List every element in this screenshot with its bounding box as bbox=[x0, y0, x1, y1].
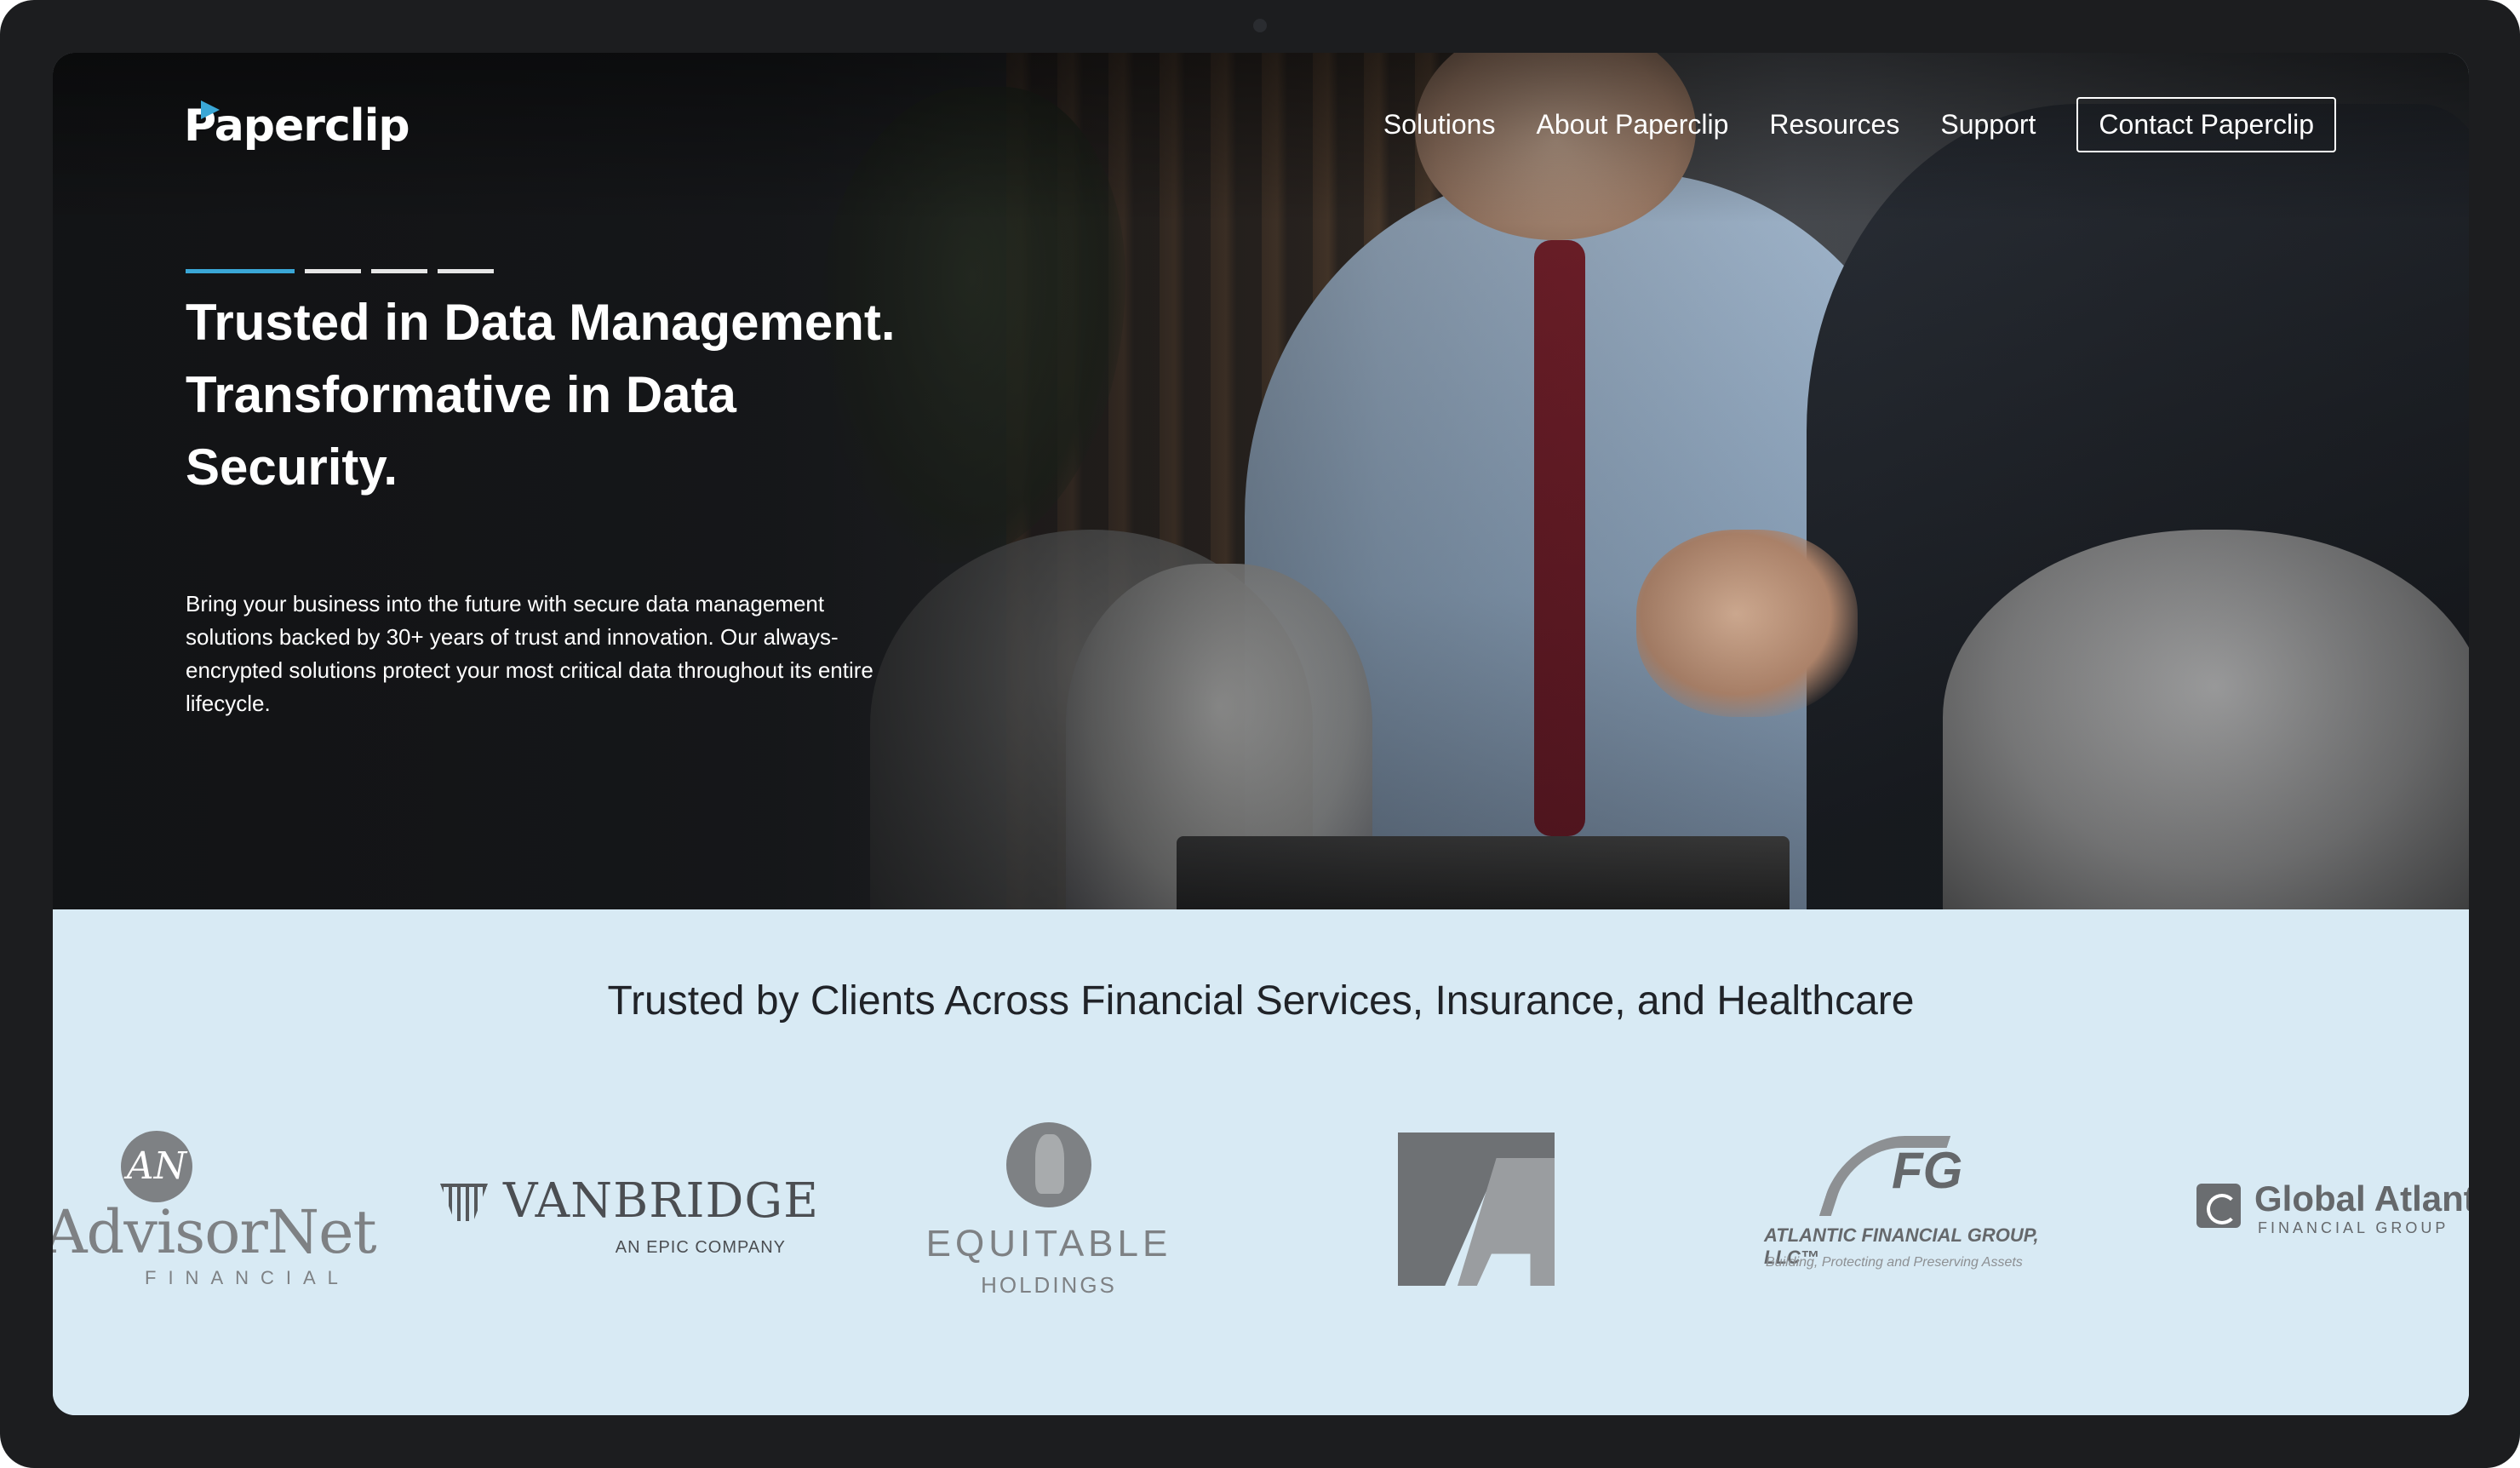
advisornet-logo: AN AdvisorNet FINANCIAL bbox=[53, 1131, 385, 1301]
advisornet-mark: AN bbox=[121, 1131, 192, 1202]
slide-indicators bbox=[186, 269, 494, 273]
advisornet-sub: FINANCIAL bbox=[145, 1267, 350, 1288]
global-atlantic-sub: FINANCIAL GROUP bbox=[2258, 1219, 2449, 1236]
afg-mark: FG bbox=[1892, 1142, 1963, 1199]
equitable-sub: HOLDINGS bbox=[981, 1272, 1117, 1298]
nav-solutions[interactable]: Solutions bbox=[1383, 109, 1496, 140]
client-logo-strip: AN AdvisorNet FINANCIAL VANBRIDGE AN EPI… bbox=[53, 1122, 2469, 1327]
contact-paperclip-button[interactable]: Contact Paperclip bbox=[2076, 97, 2336, 152]
hero-headline: Trusted in Data Management. Transformati… bbox=[186, 294, 896, 496]
equitable-logo: EQUITABLE HOLDINGS bbox=[921, 1122, 1177, 1310]
atlantic-financial-group-logo: FG ATLANTIC FINANCIAL GROUP, LLC™ Buildi… bbox=[1764, 1131, 2088, 1301]
paperclip-logo[interactable]: Paperclip bbox=[184, 92, 410, 160]
slide-indicator-1[interactable] bbox=[186, 269, 295, 273]
equitable-icon bbox=[1006, 1122, 1091, 1207]
equitable-name: EQUITABLE bbox=[925, 1223, 1172, 1264]
global-atlantic-logo: Global Atlant FINANCIAL GROUP bbox=[2196, 1178, 2469, 1255]
main-nav: Solutions About Paperclip Resources Supp… bbox=[1383, 97, 2336, 152]
vanbridge-sub: AN EPIC COMPANY bbox=[615, 1238, 786, 1257]
afg-tagline: Building, Protecting and Preserving Asse… bbox=[1766, 1255, 2023, 1270]
slide-indicator-4[interactable] bbox=[438, 269, 494, 273]
clients-title: Trusted by Clients Across Financial Serv… bbox=[607, 978, 1915, 1024]
vanbridge-logo: VANBRIDGE AN EPIC COMPANY bbox=[440, 1173, 818, 1267]
hero-subtext: Bring your business into the future with… bbox=[186, 591, 873, 716]
nav-support[interactable]: Support bbox=[1940, 109, 2036, 140]
global-atlantic-icon bbox=[2196, 1184, 2241, 1228]
browser-screen: Paperclip Solutions About Paperclip Reso… bbox=[53, 53, 2469, 1415]
slide-indicator-2[interactable] bbox=[305, 269, 361, 273]
slide-indicator-3[interactable] bbox=[371, 269, 427, 273]
hero-section: Paperclip Solutions About Paperclip Reso… bbox=[53, 53, 2469, 909]
fa-logo bbox=[1398, 1133, 1555, 1286]
vanbridge-name: VANBRIDGE bbox=[503, 1173, 820, 1229]
advisornet-name: AdvisorNet bbox=[53, 1197, 377, 1267]
global-atlantic-name: Global Atlant bbox=[2254, 1178, 2469, 1219]
camera-dot bbox=[1253, 19, 1267, 32]
logo-text: Paperclip bbox=[184, 100, 410, 152]
nav-resources[interactable]: Resources bbox=[1769, 109, 1899, 140]
nav-about-paperclip[interactable]: About Paperclip bbox=[1536, 109, 1728, 140]
vanbridge-icon bbox=[440, 1184, 488, 1221]
device-frame: Paperclip Solutions About Paperclip Reso… bbox=[0, 0, 2520, 1468]
clients-section: Trusted by Clients Across Financial Serv… bbox=[53, 909, 2469, 1415]
